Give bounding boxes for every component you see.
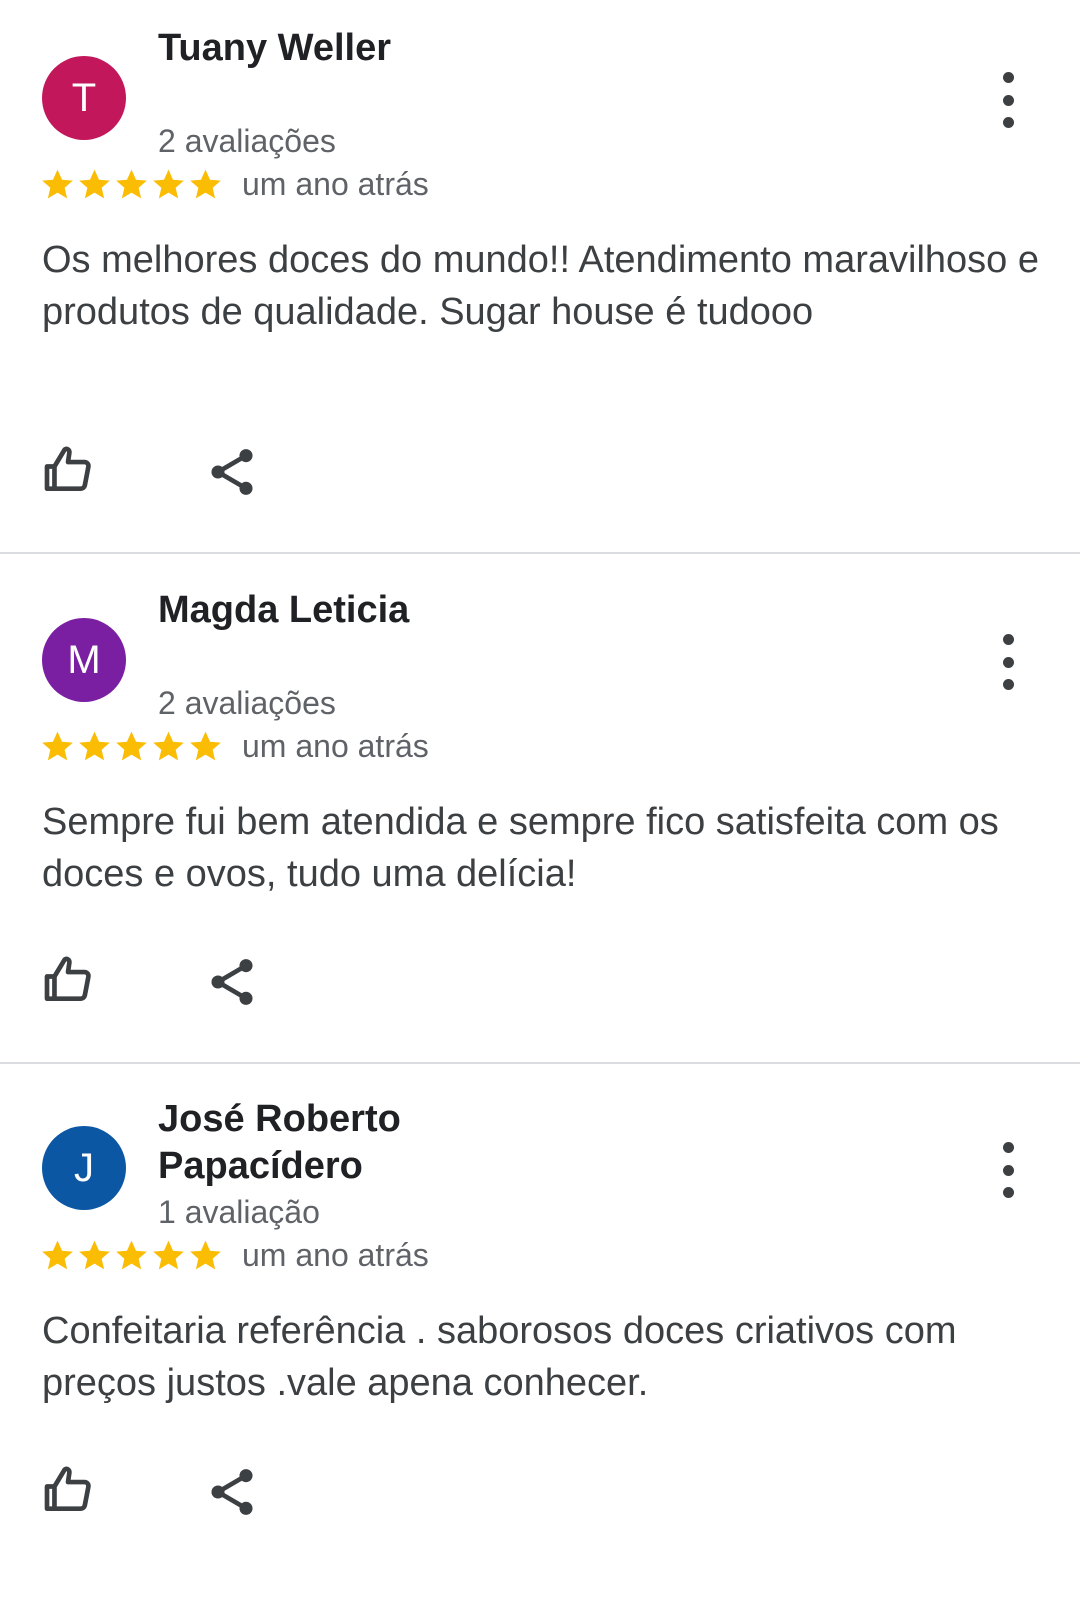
star-icon <box>116 169 147 198</box>
avatar[interactable]: M <box>42 618 126 702</box>
star-icon <box>42 169 73 198</box>
star-icon <box>190 731 221 760</box>
more-vert-icon <box>1002 634 1014 645</box>
review-text: Os melhores doces do mundo!! Atendimento… <box>42 239 1039 333</box>
review-date: um ano atrás <box>242 728 429 764</box>
thumb-up-icon <box>44 956 91 1001</box>
share-icon <box>211 959 253 1005</box>
avatar[interactable]: J <box>42 1126 126 1210</box>
more-vert-icon-dot <box>1002 117 1014 128</box>
star-rating <box>40 1235 223 1275</box>
review-count: 2 avaliações <box>158 685 336 721</box>
more-vert-icon-dot <box>1002 94 1014 106</box>
star-icon <box>79 1240 110 1269</box>
star-icon <box>42 731 73 760</box>
review-date: um ano atrás <box>242 1237 429 1273</box>
share-button[interactable] <box>204 444 260 500</box>
star-icon <box>190 169 221 198</box>
more-vert-icon-dot <box>1002 679 1014 690</box>
like-button[interactable] <box>40 442 96 498</box>
star-icon <box>42 1240 73 1269</box>
star-icon <box>79 169 110 198</box>
star-icon <box>190 1240 221 1269</box>
more-vert-icon <box>1002 72 1014 83</box>
more-options-button[interactable] <box>990 1142 1026 1198</box>
review-count: 1 avaliação <box>158 1194 320 1230</box>
reviewer-name[interactable]: José Roberto Papacídero <box>158 1096 458 1190</box>
more-options-button[interactable] <box>990 72 1026 128</box>
review-text: Confeitaria referência . saborosos doces… <box>42 1310 957 1404</box>
reviewer-name[interactable]: Tuany Weller <box>158 25 458 72</box>
star-icon <box>153 169 184 198</box>
more-vert-icon-dot <box>1002 1187 1014 1198</box>
avatar[interactable]: T <box>42 56 126 140</box>
more-options-button[interactable] <box>990 634 1026 690</box>
review-date: um ano atrás <box>242 166 429 202</box>
star-icon <box>116 731 147 760</box>
like-button[interactable] <box>40 952 96 1008</box>
star-icon <box>116 1240 147 1269</box>
thumb-up-icon <box>44 446 91 491</box>
star-rating <box>40 164 223 204</box>
review-count: 2 avaliações <box>158 123 336 159</box>
star-icon <box>153 1240 184 1269</box>
reviewer-name[interactable]: Magda Leticia <box>158 587 458 634</box>
more-vert-icon-dot <box>1002 1164 1014 1176</box>
star-icon <box>153 731 184 760</box>
star-icon <box>79 731 110 760</box>
thumb-up-icon <box>44 1466 91 1511</box>
more-vert-icon-dot <box>1002 656 1014 668</box>
share-button[interactable] <box>204 1464 260 1520</box>
review-text: Sempre fui bem atendida e sempre fico sa… <box>42 801 999 895</box>
share-icon <box>211 1469 253 1515</box>
divider <box>0 552 1080 554</box>
share-button[interactable] <box>204 954 260 1010</box>
more-vert-icon <box>1002 1142 1014 1153</box>
divider <box>0 1062 1080 1064</box>
star-rating <box>40 726 223 766</box>
like-button[interactable] <box>40 1462 96 1518</box>
share-icon <box>211 449 253 495</box>
